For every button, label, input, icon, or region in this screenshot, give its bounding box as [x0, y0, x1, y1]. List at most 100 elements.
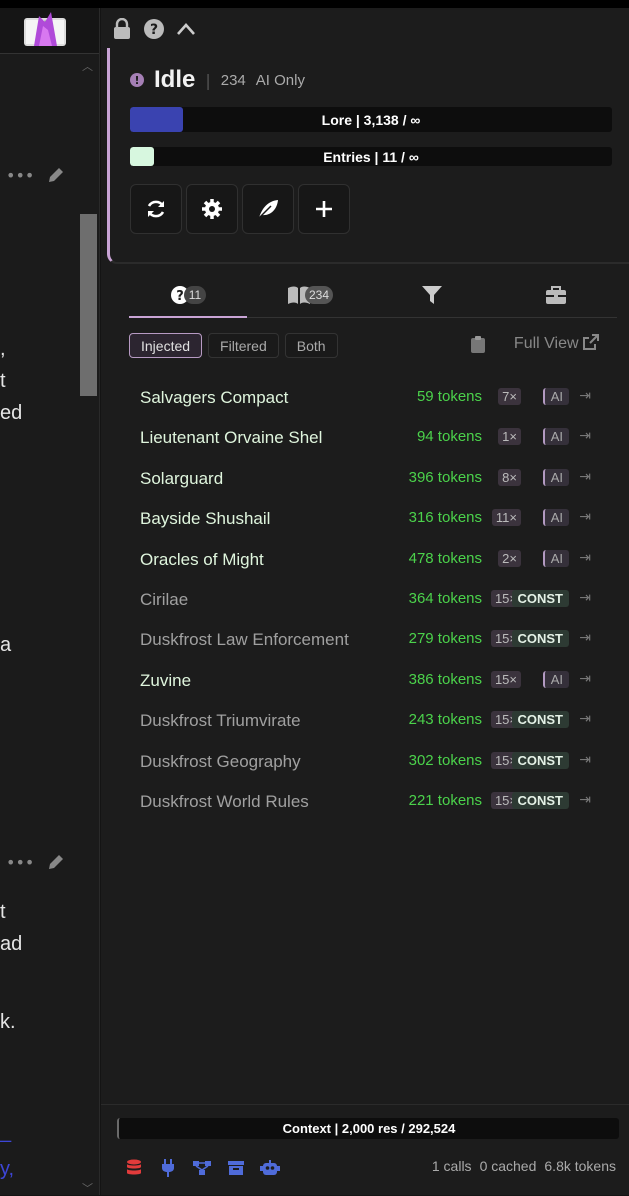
refresh-button[interactable]	[130, 184, 182, 234]
entry-activation-count: 7×	[498, 388, 521, 405]
tab-badge: 234	[304, 286, 334, 304]
entry-name[interactable]: Zuvine	[140, 671, 191, 691]
entry-name[interactable]: Duskfrost World Rules	[140, 792, 309, 812]
open-entry-icon[interactable]: ⇥	[579, 509, 591, 525]
tab-lorebook[interactable]: 234	[251, 274, 369, 316]
entry-row[interactable]: Duskfrost Geography 302 tokens 15× CONST ⇥	[131, 743, 601, 783]
entry-row[interactable]: Solarguard 396 tokens 8× AI ⇥	[131, 460, 601, 500]
entry-tokens: 478 tokens	[408, 549, 482, 567]
tab-tools[interactable]	[495, 274, 617, 316]
entry-name[interactable]: Salvagers Compact	[140, 388, 288, 408]
lore-bar-label: Lore | 3,138 / ∞	[321, 111, 421, 128]
panel-toolbar: ?	[111, 18, 197, 40]
chat-pane: ︿ ﹀ ••• ••• , t ed a t ad k. _ y,	[0, 8, 100, 1195]
more-icon[interactable]: •••	[6, 853, 34, 872]
help-icon[interactable]: ?	[143, 18, 165, 40]
open-entry-icon[interactable]: ⇥	[579, 469, 591, 485]
more-icon[interactable]: •••	[6, 166, 34, 185]
entry-type-badge: CONST	[511, 791, 569, 809]
entry-name[interactable]: Solarguard	[140, 469, 223, 489]
entry-type-badge: AI	[542, 428, 569, 446]
entry-row[interactable]: Salvagers Compact 59 tokens 7× AI ⇥	[131, 379, 601, 419]
entry-type-badge: AI	[542, 509, 569, 527]
status-card: ! Idle | 234 AI Only Lore | 3,138 / ∞ En…	[107, 48, 629, 264]
chat-text-fragment: ,	[0, 338, 6, 360]
open-entry-icon[interactable]: ⇥	[579, 671, 591, 687]
entry-row[interactable]: Duskfrost Triumvirate 243 tokens 15× CONST ⇥	[131, 702, 601, 742]
footer-divider	[101, 1104, 629, 1105]
database-icon[interactable]	[123, 1159, 145, 1177]
app-logo-icon[interactable]	[22, 10, 68, 50]
open-entry-icon[interactable]: ⇥	[579, 630, 591, 646]
calls-count: 1 calls	[431, 1158, 472, 1174]
open-entry-icon[interactable]: ⇥	[579, 711, 591, 727]
filter-filtered-button[interactable]: Filtered	[208, 333, 279, 358]
feather-button[interactable]	[242, 184, 294, 234]
entries-bar-label: Entries | 11 / ∞	[323, 148, 419, 165]
entry-name[interactable]: Oracles of Might	[140, 550, 264, 570]
entry-tokens: 302 tokens	[408, 751, 482, 769]
pencil-icon[interactable]	[46, 852, 66, 872]
panel-tabs: ? 11 234	[129, 274, 617, 318]
chat-header	[0, 8, 99, 54]
tab-injected[interactable]: ? 11	[129, 274, 247, 318]
entry-activation-count: 8×	[498, 468, 521, 486]
footer-icons	[123, 1159, 281, 1177]
robot-icon[interactable]	[259, 1159, 281, 1177]
gear-icon	[202, 199, 222, 219]
feather-icon	[258, 200, 278, 219]
lock-icon[interactable]	[111, 18, 133, 40]
clipboard-icon[interactable]	[470, 335, 486, 353]
entry-name[interactable]: Lieutenant Orvaine Shel	[140, 428, 322, 448]
entry-row[interactable]: Bayside Shushail 316 tokens 11× AI ⇥	[131, 500, 601, 540]
entries-bar: Entries | 11 / ∞	[130, 147, 612, 166]
entry-row[interactable]: Zuvine 386 tokens 15× AI ⇥	[131, 662, 601, 702]
tab-badge: 11	[184, 286, 206, 304]
entry-tokens: 243 tokens	[408, 711, 482, 729]
toolbox-icon	[546, 286, 566, 304]
status-info-icon[interactable]: !	[130, 73, 144, 87]
chat-scrollbar[interactable]	[80, 214, 97, 396]
filter-icon	[422, 286, 442, 304]
entry-name[interactable]: Duskfrost Law Enforcement	[140, 630, 349, 650]
chat-text-fragment: t	[0, 370, 6, 392]
open-entry-icon[interactable]: ⇥	[579, 428, 591, 444]
activation-mode: AI Only	[255, 71, 305, 89]
entry-type-badge: CONST	[511, 751, 569, 769]
entry-row[interactable]: Lieutenant Orvaine Shel 94 tokens 1× AI ⇥	[131, 419, 601, 459]
entry-type-badge: CONST	[511, 630, 569, 648]
network-icon[interactable]	[191, 1159, 213, 1177]
entry-name[interactable]: Duskfrost Geography	[140, 752, 301, 772]
entry-name[interactable]: Bayside Shushail	[140, 509, 270, 529]
entry-row[interactable]: Oracles of Might 478 tokens 2× AI ⇥	[131, 541, 601, 581]
chat-scroll-down-icon[interactable]: ﹀	[82, 1180, 93, 1196]
entry-name[interactable]: Cirilae	[140, 590, 188, 610]
tab-filter[interactable]	[373, 274, 491, 316]
open-entry-icon[interactable]: ⇥	[579, 388, 591, 404]
pencil-icon[interactable]	[46, 165, 66, 185]
open-entry-icon[interactable]: ⇥	[579, 752, 591, 768]
entry-tokens: 279 tokens	[408, 630, 482, 648]
open-entry-icon[interactable]: ⇥	[579, 550, 591, 566]
action-buttons	[130, 184, 350, 234]
collapse-chevron-icon[interactable]	[175, 18, 197, 40]
open-entry-icon[interactable]: ⇥	[579, 792, 591, 808]
entry-name[interactable]: Duskfrost Triumvirate	[140, 711, 301, 731]
settings-button[interactable]	[186, 184, 238, 234]
filter-both-button[interactable]: Both	[284, 333, 338, 358]
refresh-icon	[147, 200, 165, 218]
add-button[interactable]	[298, 184, 350, 234]
entry-row[interactable]: Cirilae 364 tokens 15× CONST ⇥	[131, 581, 601, 621]
archive-icon[interactable]	[225, 1159, 247, 1177]
entry-row[interactable]: Duskfrost Law Enforcement 279 tokens 15× CO…	[131, 621, 601, 661]
entry-row[interactable]: Duskfrost World Rules 221 tokens 15× CONST ⇥	[131, 783, 601, 823]
filter-injected-button[interactable]: Injected	[129, 333, 203, 358]
open-entry-icon[interactable]: ⇥	[579, 590, 591, 606]
entry-list: Salvagers Compact 59 tokens 7× AI ⇥ Lieutenan…	[131, 379, 601, 823]
full-view-area: Full View	[470, 334, 599, 353]
divider: |	[205, 70, 211, 90]
full-view-link[interactable]: Full View	[514, 334, 599, 353]
chat-scroll-up-icon[interactable]: ︿	[82, 58, 93, 74]
plug-icon[interactable]	[157, 1159, 179, 1177]
entry-activation-count: 15×	[490, 670, 521, 688]
